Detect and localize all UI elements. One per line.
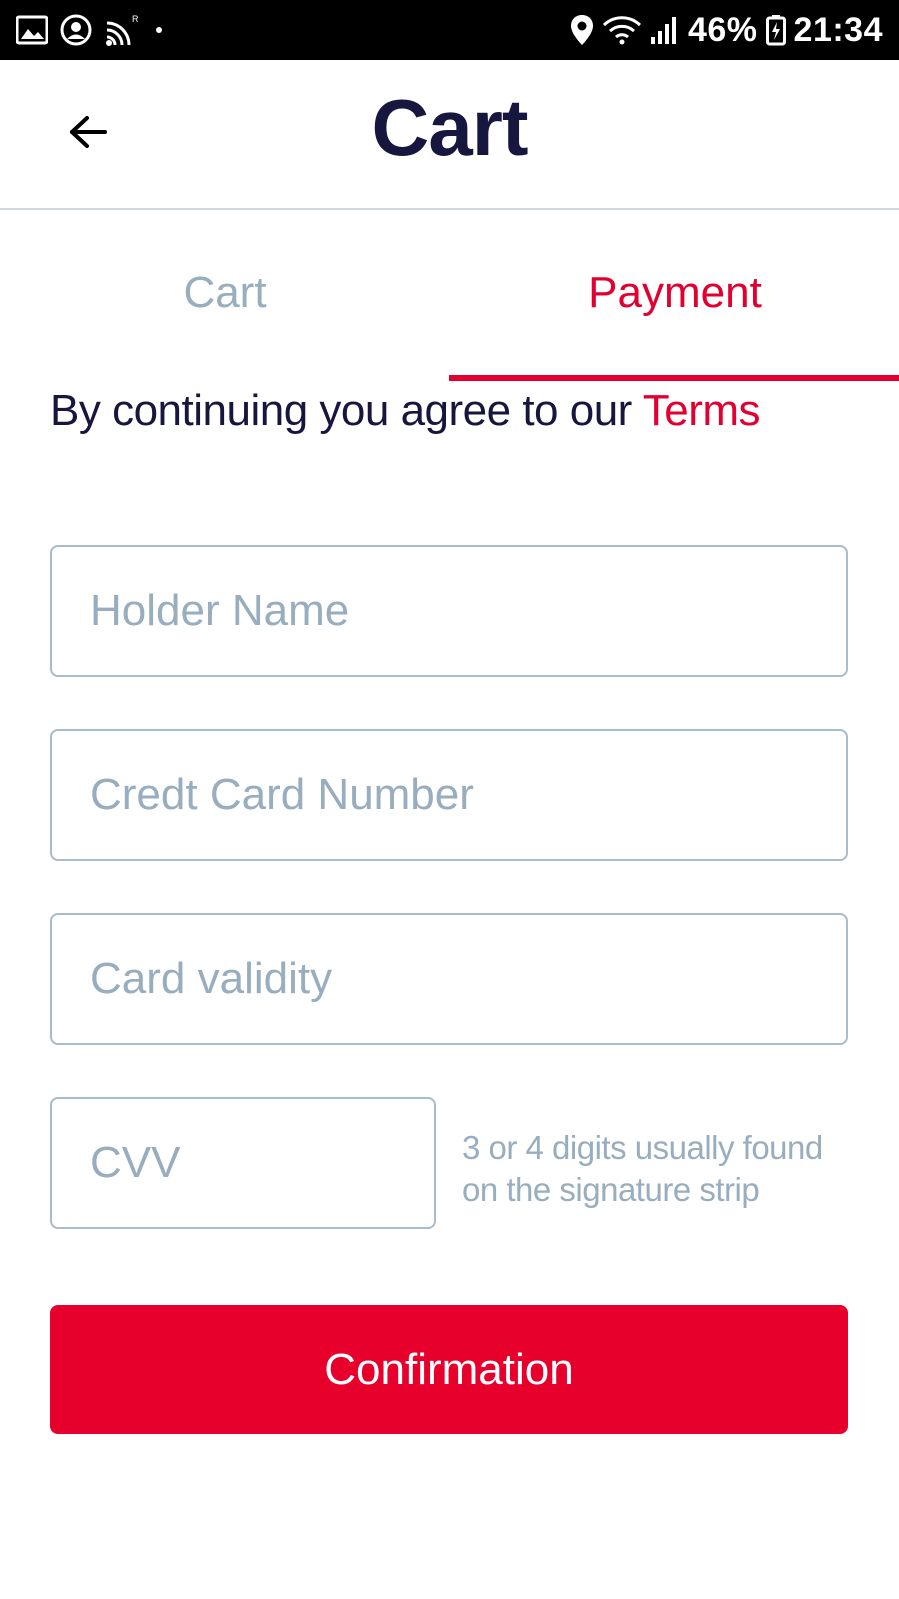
active-tab-indicator (449, 375, 899, 381)
location-icon (570, 14, 594, 46)
holder-name-input[interactable] (52, 547, 846, 675)
status-bar-right: 46% 21:34 (570, 11, 883, 50)
app-header: Cart (0, 60, 899, 210)
card-validity-input[interactable] (52, 915, 846, 1043)
payment-screen: R 46% 21:34 Cart Cart Payment By continu… (0, 0, 899, 1599)
account-circle-icon (60, 14, 92, 46)
wifi-icon (602, 15, 642, 45)
card-validity-field[interactable] (50, 913, 848, 1045)
status-bar-left: R (16, 13, 162, 47)
tab-cart[interactable]: Cart (0, 268, 450, 318)
battery-charging-icon (765, 14, 786, 46)
card-number-field[interactable] (50, 729, 848, 861)
confirmation-button-label: Confirmation (324, 1344, 574, 1394)
svg-text:R: R (132, 14, 139, 24)
terms-text: By continuing you agree to our (50, 386, 643, 435)
image-icon (16, 15, 48, 45)
cvv-input[interactable] (52, 1099, 434, 1227)
page-title: Cart (371, 83, 528, 172)
confirmation-button[interactable]: Confirmation (50, 1305, 848, 1434)
cvv-field[interactable] (50, 1097, 436, 1229)
status-bar: R 46% 21:34 (0, 0, 899, 60)
cvv-hint: 3 or 4 digits usually found on the signa… (462, 1129, 823, 1208)
cast-icon: R (104, 13, 140, 47)
notification-dot (156, 27, 162, 33)
terms-link[interactable]: Terms (643, 386, 761, 435)
holder-name-field[interactable] (50, 545, 848, 677)
card-number-input[interactable] (52, 731, 846, 859)
battery-percent: 46% (687, 10, 758, 49)
terms-notice: By continuing you agree to our Terms (50, 386, 761, 436)
tab-payment[interactable]: Payment (450, 268, 899, 318)
signal-icon (650, 15, 680, 45)
clock: 21:34 (793, 10, 883, 49)
checkout-tabs: Cart Payment (0, 210, 899, 390)
